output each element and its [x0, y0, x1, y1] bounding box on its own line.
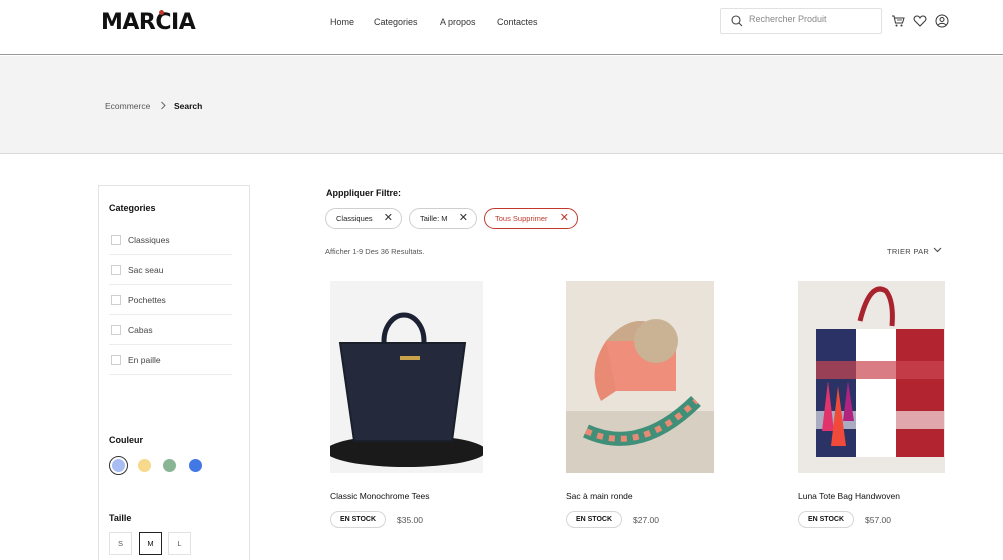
nav-about[interactable]: A propos [440, 17, 476, 27]
color-swatch[interactable] [189, 459, 202, 472]
breadcrumb-root[interactable]: Ecommerce [105, 101, 150, 111]
category-item[interactable]: Classiques [109, 225, 232, 255]
search-icon [731, 15, 743, 27]
filter-sidebar: Categories Classiques Sac seau Pochettes… [98, 185, 250, 560]
search-box[interactable] [720, 8, 882, 34]
color-swatch[interactable] [109, 456, 128, 475]
sort-dropdown[interactable]: TRIER PAR [887, 247, 929, 256]
product-image[interactable] [798, 281, 945, 473]
product-name[interactable]: Luna Tote Bag Handwoven [798, 491, 900, 501]
logo[interactable]: MARCIA [101, 10, 196, 35]
clear-all-label: Tous Supprimer [495, 214, 548, 223]
category-label: Cabas [128, 325, 153, 335]
bag-image [566, 281, 714, 473]
size-option[interactable]: L [168, 532, 191, 555]
color-title: Couleur [109, 435, 144, 445]
stock-badge: EN STOCK [566, 511, 622, 528]
product-price: $57.00 [865, 515, 891, 525]
category-item[interactable]: Sac seau [109, 255, 232, 285]
category-label: Sac seau [128, 265, 164, 275]
color-swatch[interactable] [138, 459, 151, 472]
product-name[interactable]: Classic Monochrome Tees [330, 491, 430, 501]
size-option[interactable]: S [109, 532, 132, 555]
heart-icon[interactable] [913, 14, 927, 28]
nav-home[interactable]: Home [330, 17, 354, 27]
logo-accent-dot [159, 10, 164, 15]
categories-title: Categories [109, 203, 156, 213]
product-price: $35.00 [397, 515, 423, 525]
category-item[interactable]: Pochettes [109, 285, 232, 315]
results-count: Afficher 1-9 Des 36 Resultats. [325, 247, 425, 256]
product-price: $27.00 [633, 515, 659, 525]
stock-badge: EN STOCK [330, 511, 386, 528]
nav-contact[interactable]: Contactes [497, 17, 538, 27]
bag-image [330, 281, 483, 473]
filter-chip-label: Taille: M [420, 214, 448, 223]
clear-all-filters-button[interactable]: Tous Supprimer ✕ [484, 208, 578, 229]
category-item[interactable]: En paille [109, 345, 232, 375]
product-image[interactable] [566, 281, 714, 473]
close-icon[interactable]: ✕ [384, 209, 393, 228]
category-label: En paille [128, 355, 161, 365]
size-title: Taille [109, 513, 132, 523]
site-header: MARCIA Home Categories A propos Contacte… [0, 0, 1003, 55]
size-option[interactable]: M [139, 532, 162, 555]
cart-icon[interactable] [891, 14, 905, 28]
search-input[interactable] [749, 14, 874, 24]
category-checkbox[interactable] [111, 355, 121, 365]
close-icon[interactable]: ✕ [459, 209, 468, 228]
product-image[interactable] [330, 281, 483, 473]
product-name[interactable]: Sac à main ronde [566, 491, 633, 501]
user-icon[interactable] [935, 14, 949, 28]
nav-categories[interactable]: Categories [374, 17, 418, 27]
close-icon[interactable]: ✕ [560, 209, 569, 228]
category-item[interactable]: Cabas [109, 315, 232, 345]
category-checkbox[interactable] [111, 265, 121, 275]
bag-image [798, 281, 945, 473]
chevron-right-icon [161, 101, 166, 110]
breadcrumb-current: Search [174, 101, 203, 111]
stock-badge: EN STOCK [798, 511, 854, 528]
chevron-down-icon[interactable] [933, 246, 942, 254]
category-label: Pochettes [128, 295, 166, 305]
filter-chip[interactable]: Classiques ✕ [325, 208, 402, 229]
color-swatch[interactable] [163, 459, 176, 472]
category-label: Classiques [128, 235, 170, 245]
category-checkbox[interactable] [111, 295, 121, 305]
applied-filters-title: Apppliquer Filtre: [326, 188, 401, 198]
filter-chip-label: Classiques [336, 214, 373, 223]
category-checkbox[interactable] [111, 325, 121, 335]
category-checkbox[interactable] [111, 235, 121, 245]
page-banner: Ecommerce Search [0, 56, 1003, 154]
filter-chip[interactable]: Taille: M ✕ [409, 208, 477, 229]
